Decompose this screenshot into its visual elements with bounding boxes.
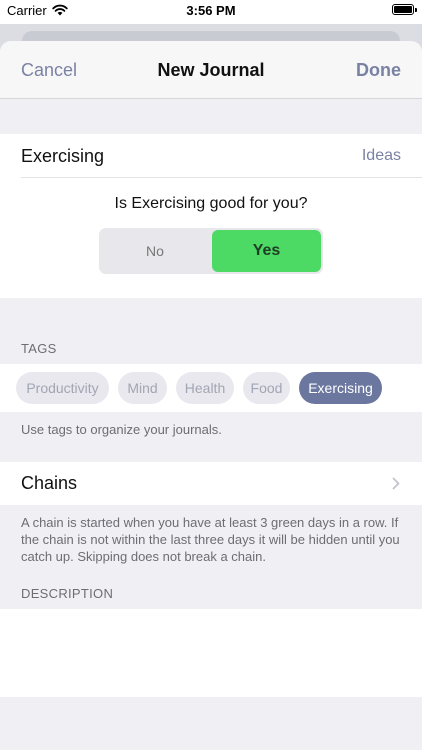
chains-label: Chains [21,473,78,493]
status-time: 3:56 PM [186,3,236,18]
tag-mind[interactable]: Mind [118,372,167,404]
tags-note: Use tags to organize your journals. [21,422,222,437]
toggle-yes-option[interactable]: Yes [212,230,321,272]
journal-name-field[interactable]: Exercising [21,146,104,167]
done-button[interactable]: Done [356,60,401,81]
navigation-bar: Cancel New Journal Done [0,41,422,99]
description-header: DESCRIPTION [21,586,114,601]
tags-row: Productivity Mind Health Food Exercising [0,364,422,412]
tags-header: TAGS [21,341,57,356]
journal-section: Exercising Ideas Is Exercising good for … [0,134,422,298]
toggle-no-option[interactable]: No [99,228,211,274]
chains-row[interactable]: Chains [0,462,422,505]
tag-food[interactable]: Food [243,372,290,404]
status-bar: Carrier 3:56 PM [0,0,422,24]
tag-exercising[interactable]: Exercising [299,372,382,404]
good-bad-toggle: No Yes [99,228,323,274]
new-journal-sheet: Cancel New Journal Done Exercising Ideas… [0,41,422,750]
row-divider [21,177,422,178]
chevron-right-icon [392,477,400,490]
description-field[interactable] [0,609,422,697]
tag-productivity[interactable]: Productivity [16,372,109,404]
tag-health[interactable]: Health [176,372,234,404]
chains-note: A chain is started when you have at leas… [21,515,400,564]
battery-icon [392,4,417,15]
ideas-button[interactable]: Ideas [362,147,401,165]
journal-question: Is Exercising good for you? [114,195,308,212]
